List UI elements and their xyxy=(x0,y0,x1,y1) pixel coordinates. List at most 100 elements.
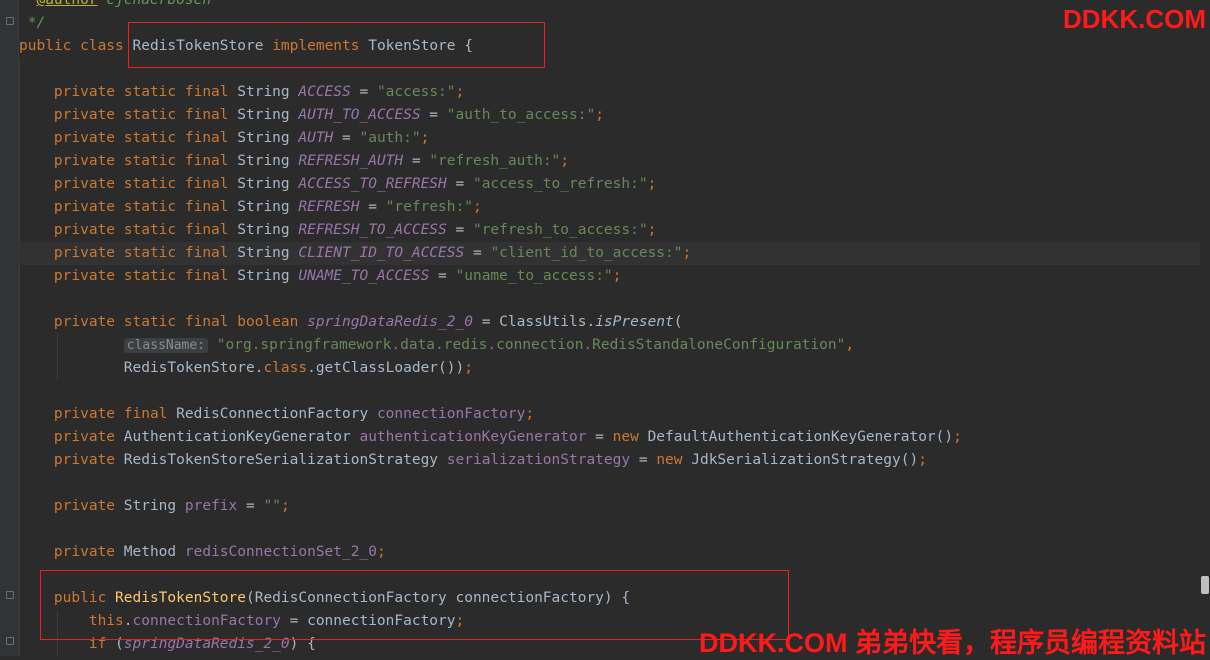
code-token: ; xyxy=(918,452,927,468)
code-token: REFRESH_AUTH xyxy=(298,153,404,169)
code-token: String xyxy=(237,222,299,238)
code-token: = xyxy=(429,268,456,284)
code-token: AUTH xyxy=(298,130,334,146)
code-token: String xyxy=(237,268,299,284)
code-token: String xyxy=(237,199,299,215)
code-token: isPresent xyxy=(595,314,674,330)
code-editor[interactable]: @author cjchaerbosen */ public class Redi… xyxy=(19,0,1200,656)
code-line[interactable]: private static final String REFRESH_TO_A… xyxy=(19,219,1200,242)
vertical-scrollbar[interactable] xyxy=(1200,0,1210,656)
code-line[interactable]: private static final String CLIENT_ID_TO… xyxy=(19,242,1200,265)
code-token: = xyxy=(464,245,491,261)
code-token: DefaultAuthenticationKeyGenerator() xyxy=(647,429,954,445)
code-token: class xyxy=(263,360,308,376)
code-token: private static final xyxy=(19,107,238,123)
code-token: RedisTokenStore. xyxy=(19,360,264,376)
fold-marker-icon[interactable] xyxy=(6,17,14,25)
code-token: private xyxy=(19,544,124,560)
code-token: = xyxy=(446,176,473,192)
code-token: String xyxy=(123,498,185,514)
code-token: private static final xyxy=(19,84,238,100)
code-line[interactable]: private static final String ACCESS_TO_RE… xyxy=(19,173,1200,196)
code-token: redisConnectionSet_2_0 xyxy=(184,544,377,560)
code-token: ; xyxy=(472,199,482,215)
code-token: @author xyxy=(36,0,98,8)
code-token: springDataRedis_2_0 xyxy=(307,314,473,330)
code-token: = ClassUtils. xyxy=(472,314,596,330)
fold-marker-icon[interactable] xyxy=(6,637,14,645)
code-token: UNAME_TO_ACCESS xyxy=(298,268,430,284)
code-token: */ xyxy=(19,15,46,31)
code-token: ; xyxy=(376,544,386,560)
code-line[interactable]: private static final String REFRESH = "r… xyxy=(19,196,1200,219)
code-token: REFRESH xyxy=(298,199,360,215)
code-line[interactable]: private AuthenticationKeyGenerator authe… xyxy=(19,426,1200,449)
code-line[interactable]: private static final String REFRESH_AUTH… xyxy=(19,150,1200,173)
code-token: private xyxy=(19,498,124,514)
code-token: prefix xyxy=(184,498,238,514)
code-token: cjchaerbosen xyxy=(97,0,212,8)
code-line[interactable]: @author cjchaerbosen xyxy=(19,0,1200,12)
code-token: serializationStrategy xyxy=(446,452,631,468)
watermark-bottom: DDKK.COM 弟弟快看，程序员编程资料站 xyxy=(699,628,1206,658)
code-token: CLIENT_ID_TO_ACCESS xyxy=(298,245,465,261)
code-token: Method xyxy=(123,544,185,560)
code-token: String xyxy=(237,176,299,192)
code-token: = xyxy=(446,222,473,238)
code-line[interactable]: RedisTokenStore.class.getClassLoader()); xyxy=(19,357,1200,380)
code-line[interactable] xyxy=(19,472,1200,495)
code-token: "access:" xyxy=(376,84,456,100)
code-token: = xyxy=(237,498,264,514)
code-line[interactable] xyxy=(19,518,1200,541)
code-token: "auth_to_access:" xyxy=(446,107,596,123)
code-line[interactable]: private Method redisConnectionSet_2_0; xyxy=(19,541,1200,564)
code-line[interactable]: private static final boolean springDataR… xyxy=(19,311,1200,334)
code-token: RedisConnectionFactory xyxy=(176,406,377,422)
code-token: REFRESH_TO_ACCESS xyxy=(298,222,447,238)
code-token: "org.springframework.data.redis.connecti… xyxy=(216,337,846,353)
code-token: String xyxy=(237,84,299,100)
scrollbar-thumb[interactable] xyxy=(1201,576,1209,594)
code-token: private static final xyxy=(19,222,238,238)
code-token: ; xyxy=(595,107,604,123)
code-token: .getClassLoader()) xyxy=(307,360,465,376)
code-token: = xyxy=(350,84,377,100)
code-token: private final xyxy=(19,406,177,422)
code-line[interactable]: private static final String ACCESS = "ac… xyxy=(19,81,1200,104)
code-token: String xyxy=(237,153,299,169)
code-line[interactable]: private String prefix = ""; xyxy=(19,495,1200,518)
code-line[interactable]: private static final String AUTH = "auth… xyxy=(19,127,1200,150)
code-token: JdkSerializationStrategy() xyxy=(691,452,919,468)
code-token: AUTH_TO_ACCESS xyxy=(298,107,421,123)
highlight-box-constructor xyxy=(40,570,789,640)
code-line[interactable] xyxy=(19,288,1200,311)
code-token: String xyxy=(237,107,299,123)
code-line[interactable]: className: "org.springframework.data.red… xyxy=(19,334,1200,357)
watermark-top: DDKK.COM xyxy=(1063,4,1206,34)
code-line[interactable] xyxy=(19,380,1200,403)
code-token: = xyxy=(420,107,447,123)
code-token: private static final boolean xyxy=(19,314,308,330)
code-line[interactable]: private static final String UNAME_TO_ACC… xyxy=(19,265,1200,288)
parameter-hint: className: xyxy=(123,338,209,353)
code-line[interactable]: private final RedisConnectionFactory con… xyxy=(19,403,1200,426)
code-token: ACCESS xyxy=(298,84,351,100)
code-token: "refresh:" xyxy=(385,199,473,215)
code-token: = xyxy=(359,199,386,215)
code-token: ; xyxy=(464,360,473,376)
code-token: AuthenticationKeyGenerator xyxy=(123,429,360,445)
code-token: , xyxy=(845,337,855,353)
code-token: ( xyxy=(673,314,683,330)
code-token: private static final xyxy=(19,153,238,169)
code-line[interactable]: private static final String AUTH_TO_ACCE… xyxy=(19,104,1200,127)
code-token: "client_id_to_access:" xyxy=(490,245,683,261)
code-line[interactable]: private RedisTokenStoreSerializationStra… xyxy=(19,449,1200,472)
code-token: ; xyxy=(525,406,535,422)
code-token: public class xyxy=(19,38,133,54)
code-token: private static final xyxy=(19,130,238,146)
code-token: "auth:" xyxy=(359,130,421,146)
code-token: = xyxy=(333,130,360,146)
fold-marker-icon[interactable] xyxy=(6,591,14,599)
